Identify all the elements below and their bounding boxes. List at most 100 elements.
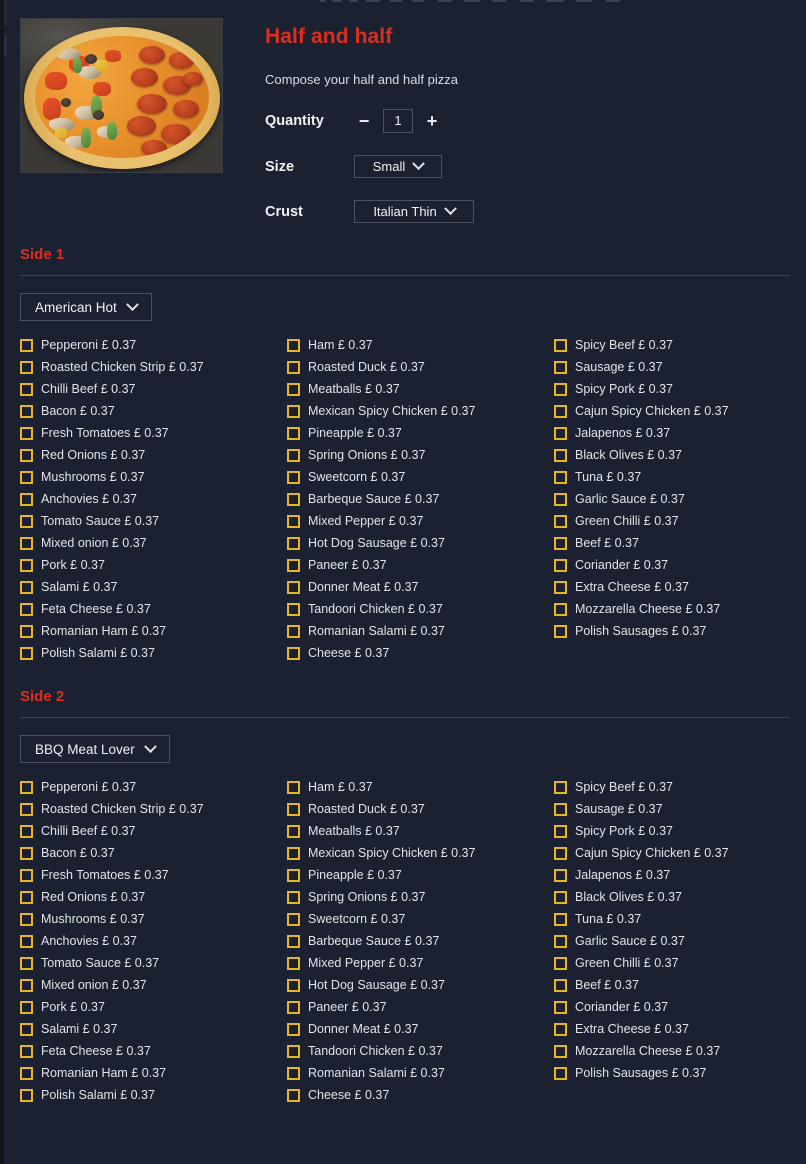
topping-option[interactable]: Barbeque Sauce £ 0.37 [287, 930, 554, 952]
checkbox-icon[interactable] [20, 624, 33, 638]
topping-option[interactable]: Mixed onion £ 0.37 [20, 974, 287, 996]
checkbox-icon[interactable] [287, 934, 300, 948]
checkbox-icon[interactable] [287, 338, 300, 352]
checkbox-icon[interactable] [287, 404, 300, 418]
checkbox-icon[interactable] [554, 846, 567, 860]
topping-option[interactable]: Green Chilli £ 0.37 [554, 952, 790, 974]
topping-option[interactable]: Tuna £ 0.37 [554, 466, 790, 488]
checkbox-icon[interactable] [554, 338, 567, 352]
checkbox-icon[interactable] [287, 1022, 300, 1036]
topping-option[interactable]: Hot Dog Sausage £ 0.37 [287, 532, 554, 554]
checkbox-icon[interactable] [20, 868, 33, 882]
topping-option[interactable]: Mixed onion £ 0.37 [20, 532, 287, 554]
checkbox-icon[interactable] [20, 1044, 33, 1058]
checkbox-icon[interactable] [554, 1000, 567, 1014]
checkbox-icon[interactable] [554, 470, 567, 484]
topping-option[interactable]: Polish Sausages £ 0.37 [554, 620, 790, 642]
checkbox-icon[interactable] [287, 492, 300, 506]
topping-option[interactable]: Cajun Spicy Chicken £ 0.37 [554, 400, 790, 422]
checkbox-icon[interactable] [554, 426, 567, 440]
checkbox-icon[interactable] [554, 580, 567, 594]
checkbox-icon[interactable] [287, 1044, 300, 1058]
checkbox-icon[interactable] [554, 890, 567, 904]
checkbox-icon[interactable] [554, 536, 567, 550]
topping-option[interactable]: Ham £ 0.37 [287, 334, 554, 356]
topping-option[interactable]: Extra Cheese £ 0.37 [554, 576, 790, 598]
topping-option[interactable]: Black Olives £ 0.37 [554, 444, 790, 466]
checkbox-icon[interactable] [20, 978, 33, 992]
topping-option[interactable]: Roasted Chicken Strip £ 0.37 [20, 356, 287, 378]
checkbox-icon[interactable] [554, 404, 567, 418]
checkbox-icon[interactable] [554, 780, 567, 794]
checkbox-icon[interactable] [20, 580, 33, 594]
topping-option[interactable]: Polish Sausages £ 0.37 [554, 1062, 790, 1084]
topping-option[interactable]: Mexican Spicy Chicken £ 0.37 [287, 842, 554, 864]
topping-option[interactable]: Green Chilli £ 0.37 [554, 510, 790, 532]
topping-option[interactable]: Sausage £ 0.37 [554, 356, 790, 378]
checkbox-icon[interactable] [287, 824, 300, 838]
quantity-decrement-button[interactable]: − [354, 112, 374, 130]
topping-option[interactable]: Jalapenos £ 0.37 [554, 864, 790, 886]
topping-option[interactable]: Pepperoni £ 0.37 [20, 776, 287, 798]
topping-option[interactable]: Spicy Pork £ 0.37 [554, 378, 790, 400]
topping-option[interactable]: Mushrooms £ 0.37 [20, 466, 287, 488]
topping-option[interactable]: Feta Cheese £ 0.37 [20, 1040, 287, 1062]
checkbox-icon[interactable] [20, 1066, 33, 1080]
checkbox-icon[interactable] [20, 912, 33, 926]
checkbox-icon[interactable] [20, 360, 33, 374]
checkbox-icon[interactable] [287, 956, 300, 970]
checkbox-icon[interactable] [287, 602, 300, 616]
checkbox-icon[interactable] [554, 802, 567, 816]
topping-option[interactable]: Mexican Spicy Chicken £ 0.37 [287, 400, 554, 422]
topping-option[interactable]: Mixed Pepper £ 0.37 [287, 952, 554, 974]
checkbox-icon[interactable] [287, 470, 300, 484]
checkbox-icon[interactable] [20, 780, 33, 794]
side-1-base-select[interactable]: American Hot [20, 293, 152, 321]
checkbox-icon[interactable] [20, 382, 33, 396]
topping-option[interactable]: Romanian Ham £ 0.37 [20, 1062, 287, 1084]
checkbox-icon[interactable] [554, 956, 567, 970]
checkbox-icon[interactable] [20, 1000, 33, 1014]
topping-option[interactable]: Fresh Tomatoes £ 0.37 [20, 422, 287, 444]
topping-option[interactable]: Hot Dog Sausage £ 0.37 [287, 974, 554, 996]
topping-option[interactable]: Mozzarella Cheese £ 0.37 [554, 1040, 790, 1062]
topping-option[interactable]: Polish Salami £ 0.37 [20, 1084, 287, 1106]
checkbox-icon[interactable] [20, 846, 33, 860]
checkbox-icon[interactable] [20, 646, 33, 660]
checkbox-icon[interactable] [287, 912, 300, 926]
topping-option[interactable]: Coriander £ 0.37 [554, 554, 790, 576]
topping-option[interactable]: Garlic Sauce £ 0.37 [554, 488, 790, 510]
topping-option[interactable]: Sausage £ 0.37 [554, 798, 790, 820]
topping-option[interactable]: Tomato Sauce £ 0.37 [20, 510, 287, 532]
checkbox-icon[interactable] [20, 1022, 33, 1036]
checkbox-icon[interactable] [287, 890, 300, 904]
checkbox-icon[interactable] [287, 978, 300, 992]
topping-option[interactable]: Cheese £ 0.37 [287, 1084, 554, 1106]
checkbox-icon[interactable] [287, 1088, 300, 1102]
checkbox-icon[interactable] [287, 558, 300, 572]
topping-option[interactable]: Mushrooms £ 0.37 [20, 908, 287, 930]
topping-option[interactable]: Red Onions £ 0.37 [20, 886, 287, 908]
side-2-base-select[interactable]: BBQ Meat Lover [20, 735, 170, 763]
checkbox-icon[interactable] [554, 934, 567, 948]
topping-option[interactable]: Chilli Beef £ 0.37 [20, 378, 287, 400]
checkbox-icon[interactable] [287, 1066, 300, 1080]
checkbox-icon[interactable] [287, 868, 300, 882]
checkbox-icon[interactable] [554, 1044, 567, 1058]
checkbox-icon[interactable] [287, 536, 300, 550]
checkbox-icon[interactable] [554, 514, 567, 528]
checkbox-icon[interactable] [287, 580, 300, 594]
checkbox-icon[interactable] [554, 492, 567, 506]
checkbox-icon[interactable] [554, 448, 567, 462]
topping-option[interactable]: Spicy Pork £ 0.37 [554, 820, 790, 842]
checkbox-icon[interactable] [554, 1066, 567, 1080]
topping-option[interactable]: Donner Meat £ 0.37 [287, 576, 554, 598]
checkbox-icon[interactable] [20, 536, 33, 550]
topping-option[interactable]: Pineapple £ 0.37 [287, 422, 554, 444]
checkbox-icon[interactable] [287, 1000, 300, 1014]
topping-option[interactable]: Romanian Salami £ 0.37 [287, 1062, 554, 1084]
topping-option[interactable]: Spring Onions £ 0.37 [287, 886, 554, 908]
topping-option[interactable]: Paneer £ 0.37 [287, 554, 554, 576]
topping-option[interactable]: Anchovies £ 0.37 [20, 488, 287, 510]
topping-option[interactable]: Bacon £ 0.37 [20, 400, 287, 422]
